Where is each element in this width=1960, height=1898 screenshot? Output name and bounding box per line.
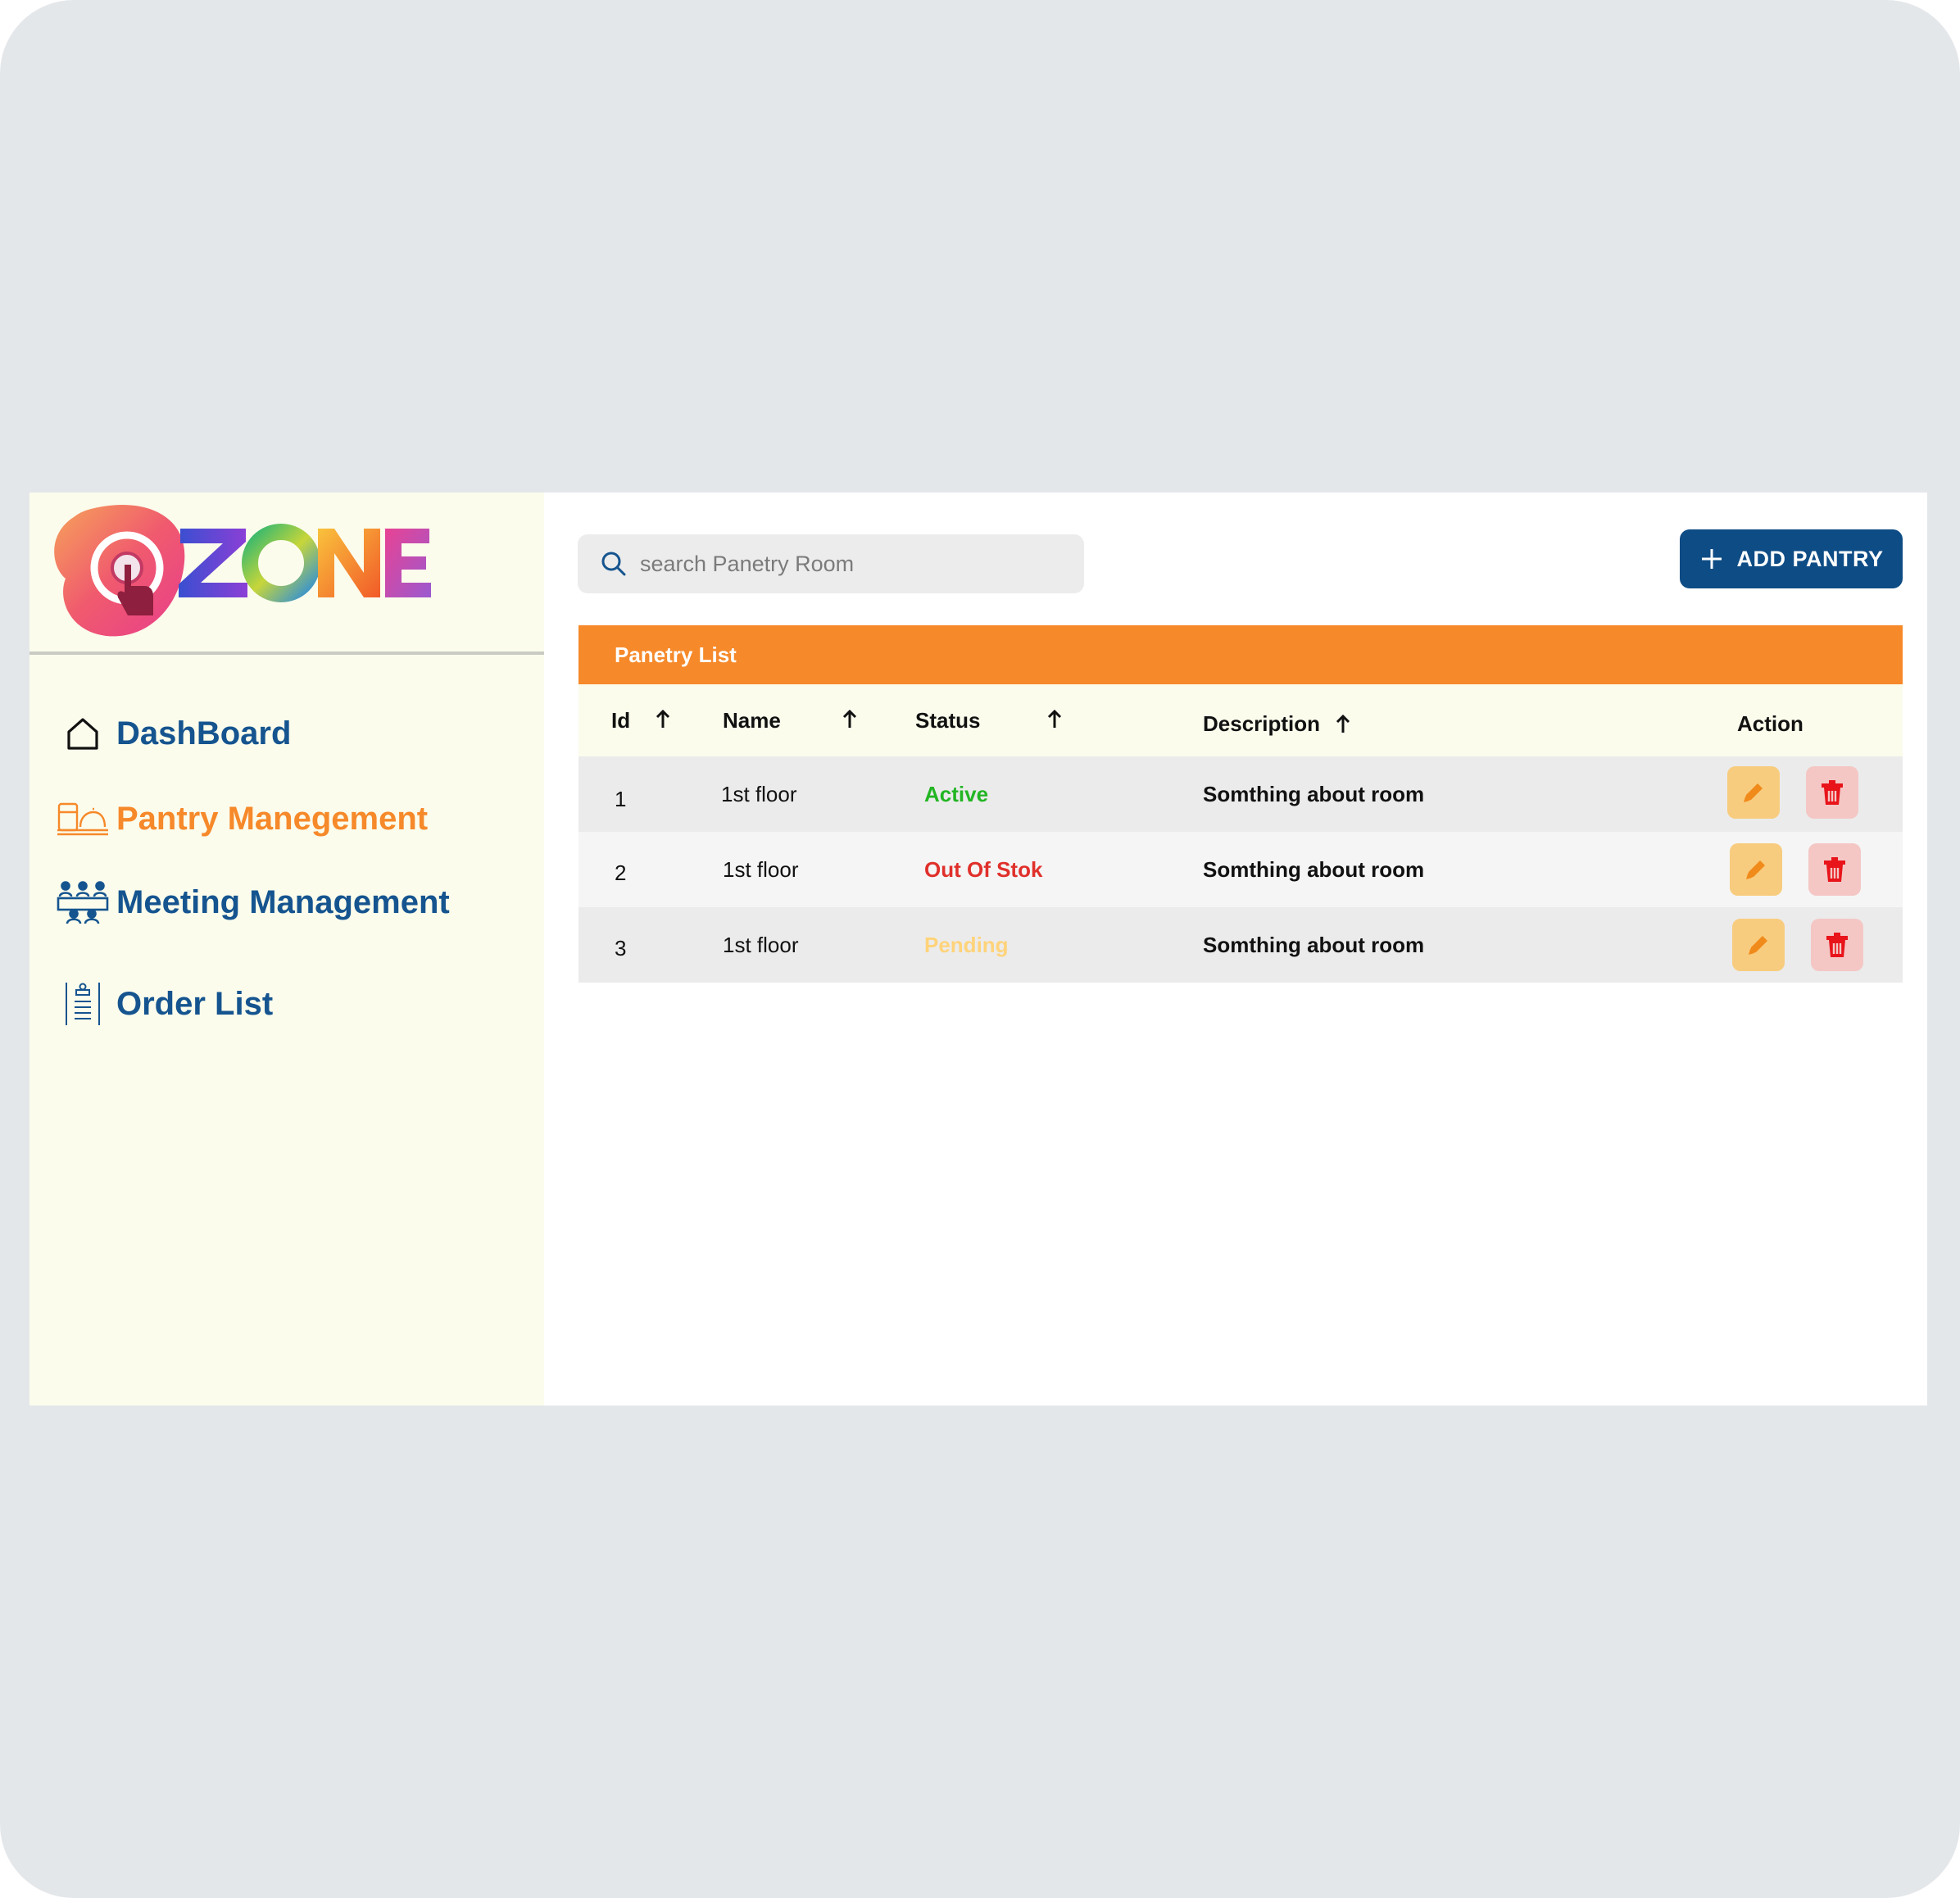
sidebar-item-dashboard[interactable]: DashBoard — [56, 709, 291, 758]
edit-button[interactable] — [1732, 919, 1785, 971]
table-row: 1 1st floor Active Somthing about room — [578, 756, 1903, 832]
pencil-icon — [1746, 860, 1765, 879]
sidebar-item-pantry-management[interactable]: Pantry Manegement — [56, 794, 428, 843]
status-badge: Out Of Stok — [924, 856, 1043, 882]
sidebar-item-order-list[interactable]: Order List — [56, 979, 273, 1028]
app-window: DashBoard Pantry Manegement Meeting Mana… — [29, 493, 1927, 1405]
cell-name: 1st floor — [723, 856, 799, 882]
meeting-icon — [56, 878, 110, 927]
edit-button[interactable] — [1727, 766, 1780, 819]
cell-description: Somthing about room — [1203, 932, 1425, 957]
pencil-icon — [1749, 936, 1767, 955]
sidebar-item-label: Pantry Manegement — [116, 800, 429, 837]
column-header-status[interactable]: Status — [915, 684, 980, 756]
status-badge: Pending — [924, 932, 1009, 957]
table-title: Panetry List — [578, 625, 1903, 684]
edit-button[interactable] — [1730, 843, 1782, 896]
search-icon — [601, 552, 626, 576]
cell-id: 2 — [615, 860, 627, 885]
home-icon — [56, 709, 110, 758]
sort-arrow-up-icon[interactable] — [1047, 709, 1062, 730]
pantry-icon — [56, 794, 110, 843]
delete-button[interactable] — [1806, 766, 1858, 819]
sidebar-divider — [29, 652, 544, 655]
column-header-name[interactable]: Name — [723, 684, 781, 756]
sidebar-item-meeting-management[interactable]: Meeting Management — [56, 878, 450, 927]
pantry-table: Panetry List Id Name Status Description … — [578, 625, 1903, 983]
cell-name: 1st floor — [723, 932, 799, 957]
add-pantry-button[interactable]: ADD PANTRY — [1680, 529, 1903, 588]
column-header-id[interactable]: Id — [611, 684, 630, 756]
trash-icon — [1822, 780, 1843, 805]
sidebar-item-label: DashBoard — [116, 715, 292, 751]
table-header: Id Name Status Description Action — [578, 684, 1903, 756]
sidebar-item-label: Order List — [116, 985, 274, 1022]
plus-icon — [1701, 549, 1722, 569]
sidebar-item-label: Meeting Management — [116, 883, 450, 920]
cell-description: Somthing about room — [1203, 781, 1425, 806]
sort-arrow-up-icon[interactable] — [656, 709, 670, 730]
cell-name: 1st floor — [721, 781, 797, 806]
main-content: ADD PANTRY Panetry List Id Name Status D… — [544, 493, 1927, 1405]
cell-id: 3 — [615, 935, 627, 960]
table-row: 3 1st floor Pending Somthing about room — [578, 907, 1903, 983]
trash-icon — [1824, 857, 1845, 882]
delete-button[interactable] — [1808, 843, 1861, 896]
order-list-icon — [56, 979, 110, 1028]
screen-background: DashBoard Pantry Manegement Meeting Mana… — [0, 0, 1960, 1898]
sort-arrow-up-icon[interactable] — [842, 709, 857, 730]
search-bar[interactable] — [578, 534, 1084, 593]
sidebar: DashBoard Pantry Manegement Meeting Mana… — [29, 493, 544, 1405]
column-header-description[interactable]: Description — [1203, 688, 1320, 760]
add-pantry-label: ADD PANTRY — [1736, 546, 1884, 571]
delete-button[interactable] — [1811, 919, 1863, 971]
sort-arrow-up-icon[interactable] — [1336, 714, 1350, 735]
ozone-logo — [49, 501, 442, 640]
search-input[interactable] — [638, 550, 1068, 578]
table-row: 2 1st floor Out Of Stok Somthing about r… — [578, 832, 1903, 907]
pencil-icon — [1744, 783, 1763, 802]
trash-icon — [1826, 933, 1848, 957]
status-badge: Active — [924, 781, 989, 806]
cell-id: 1 — [615, 786, 627, 811]
cell-description: Somthing about room — [1203, 856, 1425, 882]
column-header-action: Action — [1737, 711, 1803, 736]
